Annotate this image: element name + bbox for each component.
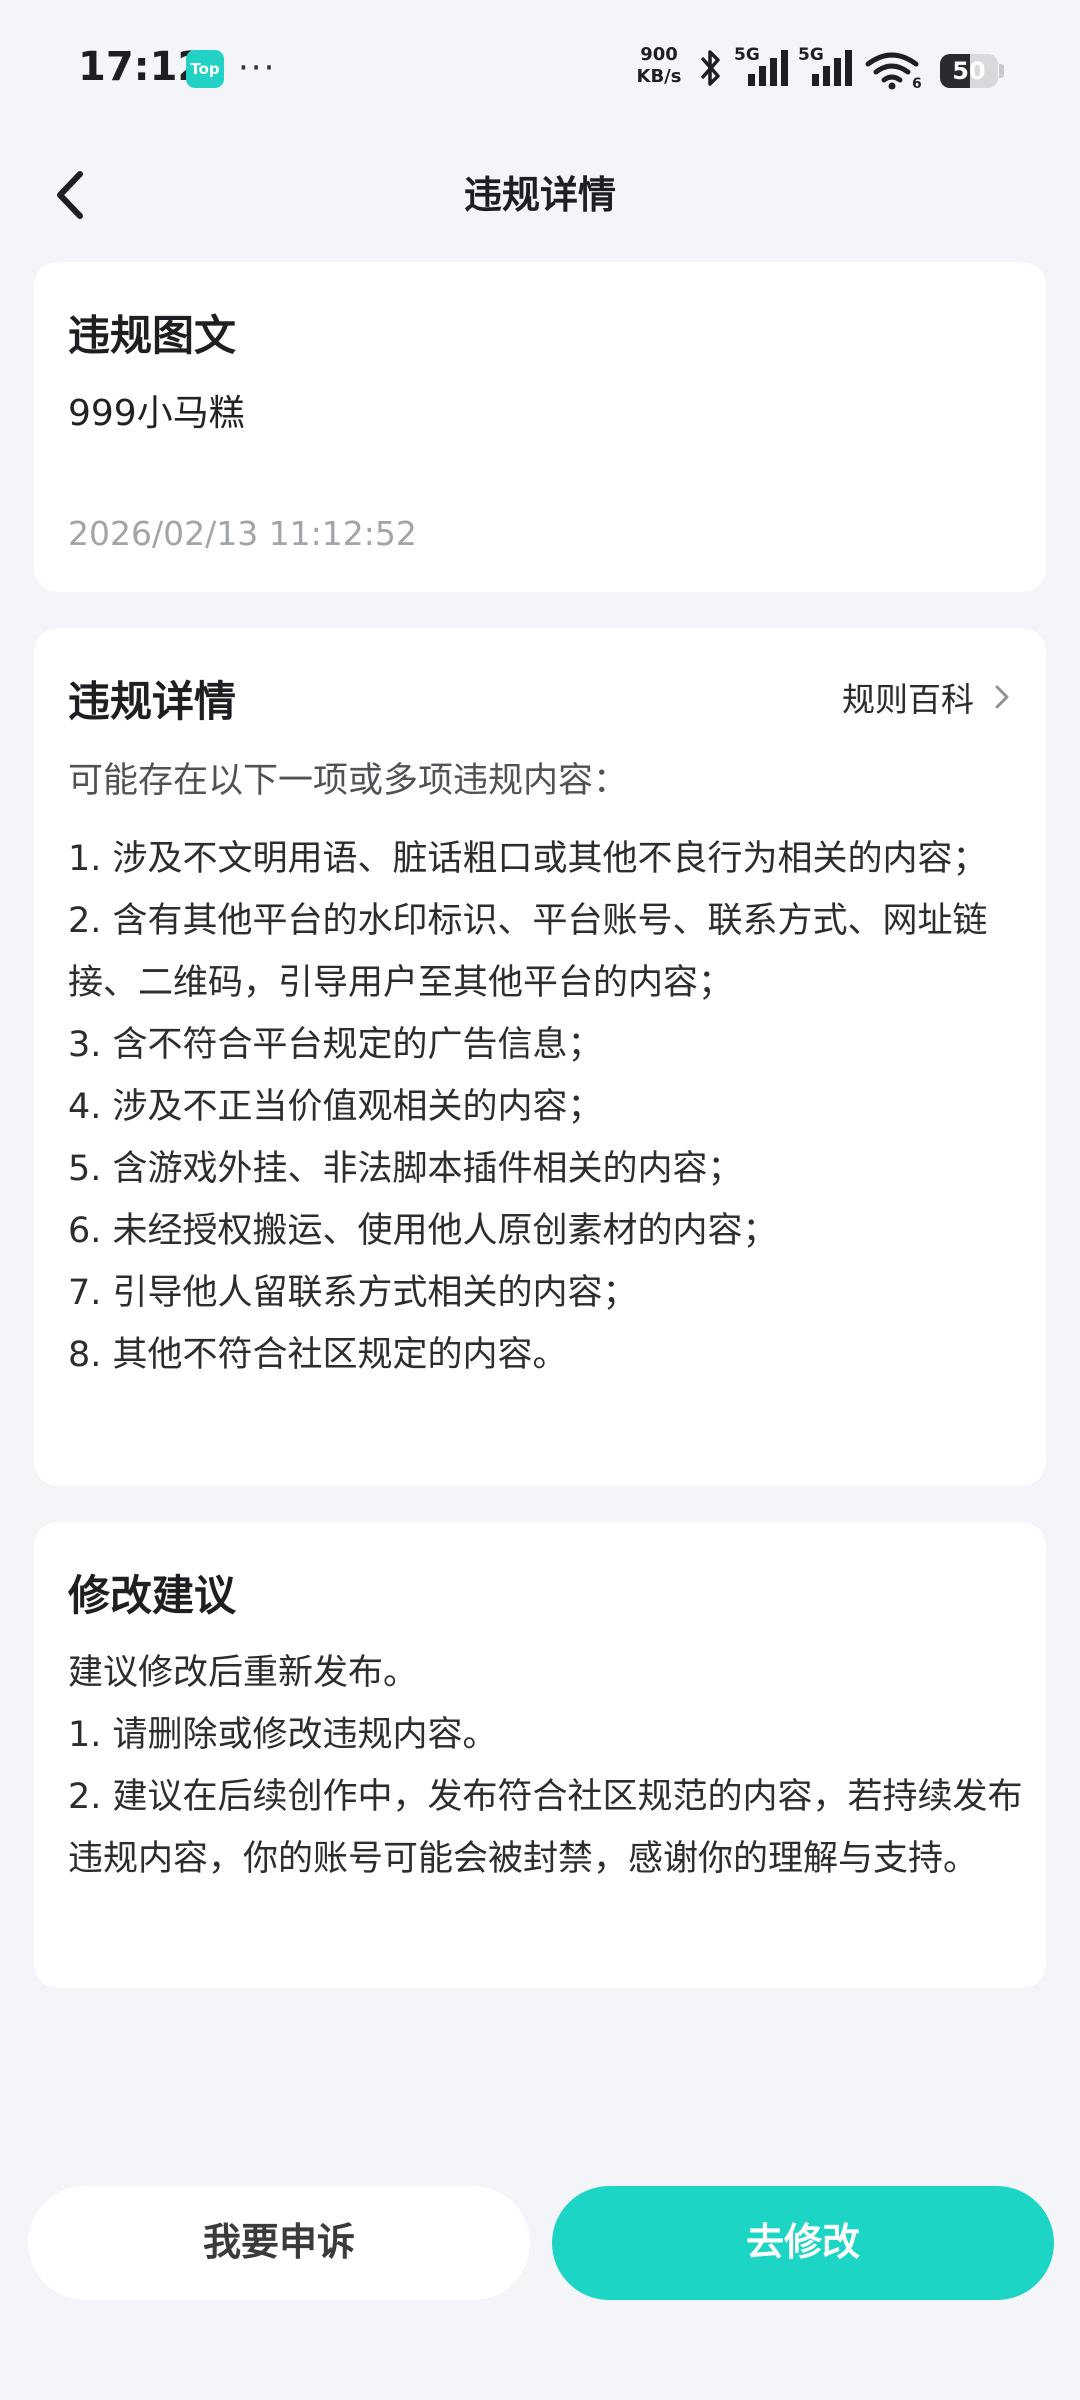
- violation-item: 1. 涉及不文明用语、脏话粗口或其他不良行为相关的内容；: [68, 839, 988, 879]
- battery-percent: 50: [952, 57, 986, 85]
- rules-encyclopedia-link[interactable]: 规则百科: [842, 674, 1012, 720]
- violation-card: 违规详情 规则百科 可能存在以下一项或多项违规内容： 1. 涉及不文明用语、脏话…: [34, 628, 1046, 1486]
- network-speed-unit: KB/s: [636, 66, 682, 87]
- sim1-label: 5G: [734, 45, 760, 65]
- content-timestamp: 2026/02/13 11:12:52: [68, 514, 417, 553]
- violation-item: 4. 涉及不正当价值观相关的内容；: [68, 1087, 603, 1127]
- suggestion-line: 2. 建议在后续创作中，发布符合社区规范的内容，若持续发布违规内容，你的账号可能…: [68, 1777, 1023, 1879]
- violation-item: 6. 未经授权搬运、使用他人原创素材的内容；: [68, 1211, 778, 1251]
- content-card: 违规图文 999小马糕 2026/02/13 11:12:52: [34, 262, 1046, 592]
- wifi-icon: 6: [865, 52, 922, 90]
- chevron-right-icon: [995, 685, 1009, 709]
- bluetooth-icon: [700, 50, 720, 86]
- suggestion-line: 建议修改后重新发布。: [68, 1653, 419, 1693]
- appeal-button[interactable]: 我要申诉: [28, 2186, 530, 2300]
- violation-item: 8. 其他不符合社区规定的内容。: [68, 1335, 568, 1375]
- content-name: 999小马糕: [68, 393, 245, 434]
- violation-intro: 可能存在以下一项或多项违规内容：: [68, 761, 629, 801]
- suggestion-card: 修改建议 建议修改后重新发布。 1. 请删除或修改违规内容。 2. 建议在后续创…: [34, 1522, 1046, 1988]
- network-speed-value: 900: [640, 44, 678, 65]
- back-button[interactable]: [42, 160, 112, 230]
- suggestion-card-title: 修改建议: [68, 1571, 237, 1620]
- network-speed: 900 KB/s: [634, 44, 684, 88]
- wifi-label: 6: [912, 76, 922, 90]
- content-card-title: 违规图文: [68, 311, 237, 360]
- violation-list: 1. 涉及不文明用语、脏话粗口或其他不良行为相关的内容； 2. 含有其他平台的水…: [68, 828, 1018, 1386]
- cellular-signal-icon-2: 5G: [798, 45, 852, 86]
- violation-item: 3. 含不符合平台规定的广告信息；: [68, 1025, 603, 1065]
- violation-item: 2. 含有其他平台的水印标识、平台账号、联系方式、网址链接、二维码，引导用户至其…: [68, 901, 988, 1003]
- suggestion-body: 建议修改后重新发布。 1. 请删除或修改违规内容。 2. 建议在后续创作中，发布…: [68, 1642, 1028, 1890]
- page-title: 违规详情: [463, 173, 616, 217]
- cellular-signal-icon-1: 5G: [734, 45, 788, 86]
- violation-item: 5. 含游戏外挂、非法脚本插件相关的内容；: [68, 1149, 743, 1189]
- edit-button[interactable]: 去修改: [552, 2186, 1054, 2300]
- back-arrow-icon: [57, 171, 83, 219]
- suggestion-line: 1. 请删除或修改违规内容。: [68, 1715, 498, 1755]
- battery-icon: 50: [940, 54, 1004, 88]
- status-bar: 17:12 Top ··· 900 KB/s 5G 5G 6 50: [0, 0, 1080, 136]
- sim2-label: 5G: [798, 45, 824, 65]
- nav-bar: 违规详情: [0, 140, 1080, 250]
- violation-item: 7. 引导他人留联系方式相关的内容；: [68, 1273, 638, 1313]
- violation-card-title: 违规详情: [68, 677, 237, 726]
- more-notifications-icon: ···: [238, 48, 277, 88]
- rules-link-label: 规则百科: [842, 680, 974, 719]
- app-notification-icon: Top: [186, 50, 224, 88]
